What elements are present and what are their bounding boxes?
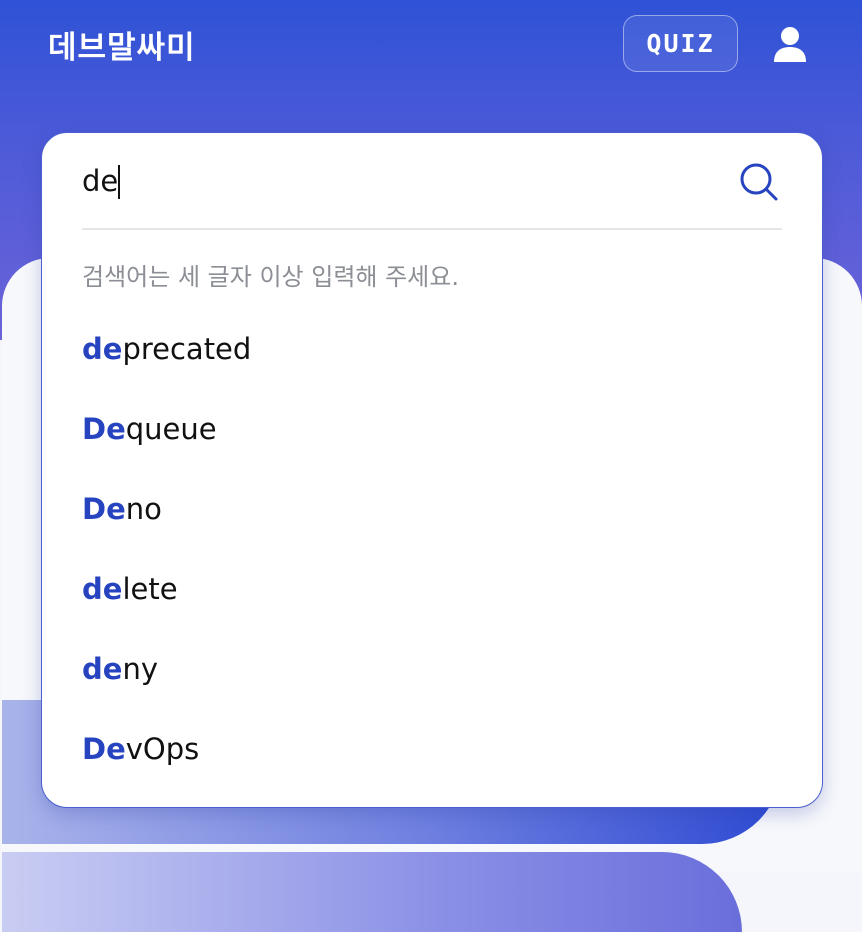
app-logo[interactable]: 데브말싸미: [48, 22, 196, 67]
suggestion-rest: queue: [125, 412, 217, 446]
suggestion-rest: vOps: [125, 732, 200, 766]
suggestion-item[interactable]: Dequeue: [82, 409, 782, 489]
suggestion-match: de: [82, 332, 123, 366]
suggestion-rest: no: [125, 492, 162, 526]
quiz-button[interactable]: QUIZ: [623, 15, 738, 72]
suggestion-rest: ny: [122, 652, 158, 686]
text-caret: [118, 165, 120, 199]
divider: [82, 228, 782, 230]
suggestion-match: de: [82, 572, 123, 606]
suggestion-match: de: [82, 652, 123, 686]
suggestion-rest: lete: [122, 572, 178, 606]
suggestion-item[interactable]: deprecated: [82, 329, 782, 409]
suggestion-match: De: [82, 732, 126, 766]
search-hint: 검색어는 세 글자 이상 입력해 주세요.: [82, 263, 459, 291]
suggestion-item[interactable]: Deno: [82, 489, 782, 569]
suggestion-item[interactable]: deny: [82, 649, 782, 729]
suggestion-match: De: [82, 412, 126, 446]
search-icon[interactable]: [739, 162, 779, 202]
suggestion-item[interactable]: delete: [82, 569, 782, 649]
suggestion-list: deprecated Dequeue Deno delete deny DevO…: [82, 329, 782, 809]
suggestion-rest: precated: [122, 332, 252, 366]
suggestion-match: De: [82, 492, 126, 526]
search-input[interactable]: [82, 159, 702, 203]
search-panel: 검색어는 세 글자 이상 입력해 주세요. deprecated Dequeue…: [41, 132, 823, 808]
term-card[interactable]: [2, 852, 742, 932]
user-icon[interactable]: [772, 25, 808, 63]
suggestion-item[interactable]: DevOps: [82, 729, 782, 809]
